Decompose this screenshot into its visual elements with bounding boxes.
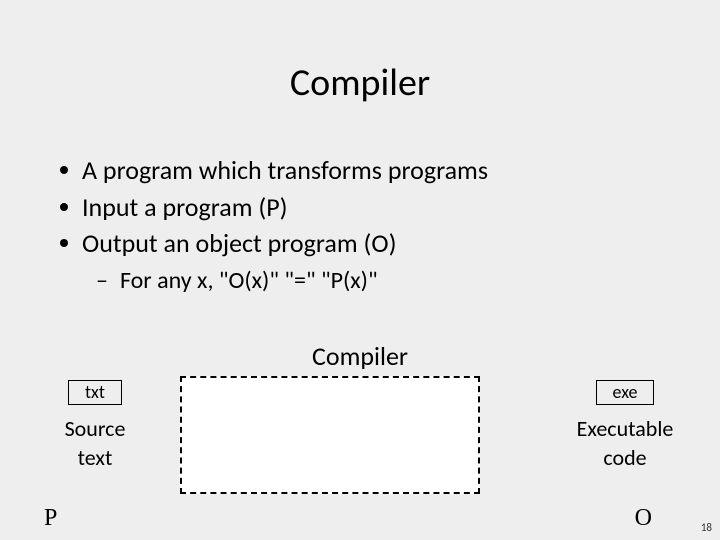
compiler-box-label: Compiler: [0, 340, 720, 372]
bullet-dot-icon: [60, 166, 68, 174]
compiler-diagram: Compiler txt Source text P exe Executabl…: [0, 340, 720, 520]
compiler-box: [180, 376, 480, 494]
bullet-item: Output an object program (O): [60, 227, 720, 260]
slide-title: Compiler: [0, 0, 720, 106]
page-number: 18: [701, 521, 712, 534]
source-label-2: text: [20, 444, 170, 471]
bullet-text: Output an object program (O): [82, 227, 720, 260]
bullet-text: A program which transforms programs: [82, 154, 720, 187]
source-ext-box: txt: [68, 380, 122, 405]
sub-bullet-item: – For any x, "O(x)" "=" "P(x)": [96, 266, 720, 296]
output-label-1: Executable: [550, 415, 700, 442]
output-label-2: code: [550, 444, 700, 471]
slide: Compiler A program which transforms prog…: [0, 0, 720, 540]
bullet-item: A program which transforms programs: [60, 154, 720, 187]
bullet-dot-icon: [60, 203, 68, 211]
output-variable: O: [635, 505, 652, 532]
dash-icon: –: [96, 266, 108, 296]
source-variable: P: [44, 505, 57, 532]
slide-content: A program which transforms programs Inpu…: [60, 154, 720, 296]
output-ext-box: exe: [596, 380, 655, 405]
output-stack: exe Executable code: [550, 380, 700, 473]
bullet-dot-icon: [60, 239, 68, 247]
sub-bullet-text: For any x, "O(x)" "=" "P(x)": [120, 266, 378, 296]
bullet-text: Input a program (P): [82, 191, 720, 224]
source-label-1: Source: [20, 415, 170, 442]
bullet-item: Input a program (P): [60, 191, 720, 224]
source-stack: txt Source text: [20, 380, 170, 473]
